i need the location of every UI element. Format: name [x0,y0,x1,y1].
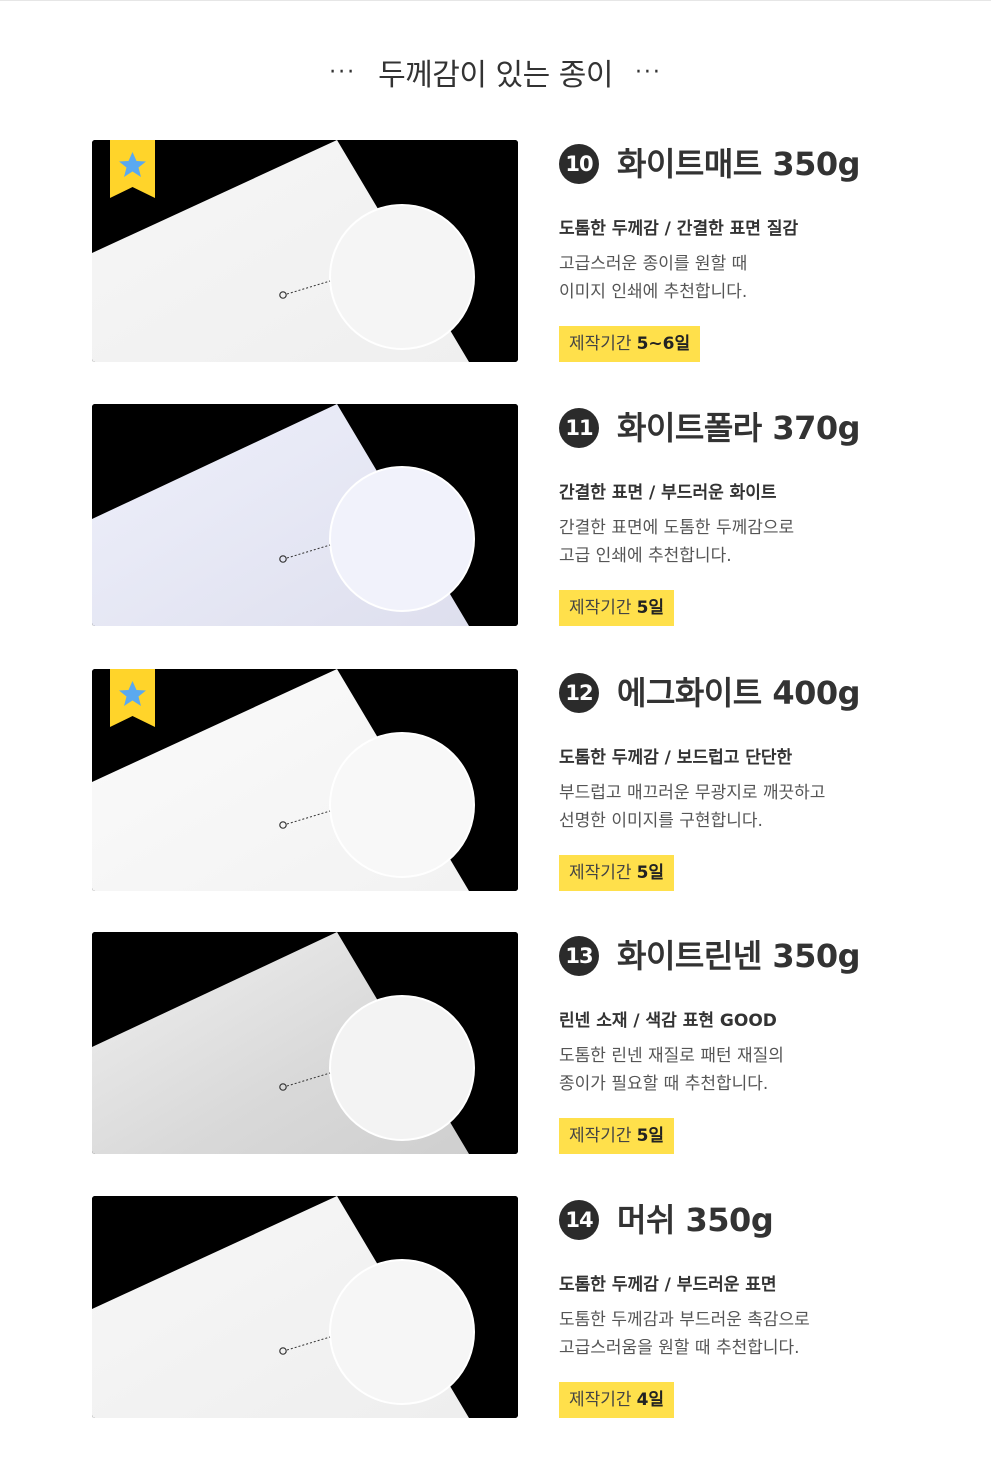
paper-sample-image [92,669,518,891]
period-label: 제작기간 [569,1390,632,1410]
production-period-badge: 제작기간 5일 [559,590,675,626]
product-number-badge: 11 [559,408,599,448]
dots-right-icon: ··· [634,60,662,85]
star-bookmark-icon [110,669,155,727]
product-subtitle: 도톰한 두께감 / 부드러운 표면 [559,1275,777,1295]
product-name: 화이트폴라 370g [617,409,861,447]
period-label: 제작기간 [569,863,632,883]
product-number-badge: 10 [559,144,599,184]
product-name: 화이트린넨 350g [617,937,861,975]
product-card: 12 에그화이트 400g 도톰한 두께감 / 보드럽고 단단한 부드럽고 매끄… [0,669,991,891]
product-description: 간결한 표면에 도톰한 두께감으로 고급 인쇄에 추천합니다. [559,514,794,570]
description-line: 선명한 이미지를 구현합니다. [559,811,763,831]
product-description: 부드럽고 매끄러운 무광지로 깨끗하고 선명한 이미지를 구현합니다. [559,779,825,835]
product-subtitle: 간결한 표면 / 부드러운 화이트 [559,483,777,503]
section-header: ··· 두께감이 있는 종이 ··· [0,50,991,94]
top-divider [0,0,991,1]
product-card: 11 화이트폴라 370g 간결한 표면 / 부드러운 화이트 간결한 표면에 … [0,404,991,626]
description-line: 종이가 필요할 때 추천합니다. [559,1074,769,1094]
section-title: 두께감이 있는 종이 [378,58,613,93]
description-line: 부드럽고 매끄러운 무광지로 깨끗하고 [559,783,826,803]
paper-sample-image [92,1196,518,1418]
product-card: 14 머쉬 350g 도톰한 두께감 / 부드러운 표면 도톰한 두께감과 부드… [0,1196,991,1418]
product-subtitle: 도톰한 두께감 / 보드럽고 단단한 [559,748,793,768]
dots-left-icon: ··· [329,60,357,85]
period-value: 4일 [636,1390,665,1410]
product-number-badge: 14 [559,1200,599,1240]
product-number-badge: 13 [559,936,599,976]
production-period-badge: 제작기간 5일 [559,1118,675,1154]
period-value: 5~6일 [636,334,691,354]
period-label: 제작기간 [569,334,632,354]
product-number-badge: 12 [559,673,599,713]
paper-sample-image [92,404,518,626]
product-description: 고급스러운 종이를 원할 때 이미지 인쇄에 추천합니다. [559,250,747,306]
production-period-badge: 제작기간 4일 [559,1382,675,1418]
product-name: 에그화이트 400g [617,674,861,712]
period-value: 5일 [636,1126,665,1146]
period-label: 제작기간 [569,598,632,618]
product-description: 도톰한 린넨 재질로 패턴 재질의 종이가 필요할 때 추천합니다. [559,1042,784,1098]
period-value: 5일 [636,863,665,883]
product-name: 머쉬 350g [617,1201,774,1239]
description-line: 고급스러움을 원할 때 추천합니다. [559,1338,800,1358]
product-subtitle: 도톰한 두께감 / 간결한 표면 질감 [559,219,799,239]
description-line: 간결한 표면에 도톰한 두께감으로 [559,518,795,538]
paper-sample-image [92,932,518,1154]
production-period-badge: 제작기간 5일 [559,855,675,891]
paper-sample-image [92,140,518,362]
product-card: 10 화이트매트 350g 도톰한 두께감 / 간결한 표면 질감 고급스러운 … [0,140,991,362]
description-line: 도톰한 린넨 재질로 패턴 재질의 [559,1046,784,1066]
star-bookmark-icon [110,140,155,198]
period-value: 5일 [636,598,665,618]
product-name: 화이트매트 350g [617,145,861,183]
description-line: 고급스러운 종이를 원할 때 [559,254,748,274]
description-line: 고급 인쇄에 추천합니다. [559,546,732,566]
description-line: 이미지 인쇄에 추천합니다. [559,282,748,302]
production-period-badge: 제작기간 5~6일 [559,326,701,362]
description-line: 도톰한 두께감과 부드러운 촉감으로 [559,1310,810,1330]
product-description: 도톰한 두께감과 부드러운 촉감으로 고급스러움을 원할 때 추천합니다. [559,1306,810,1362]
product-subtitle: 린넨 소재 / 색감 표현 GOOD [559,1011,777,1031]
product-card: 13 화이트린넨 350g 린넨 소재 / 색감 표현 GOOD 도톰한 린넨 … [0,932,991,1154]
period-label: 제작기간 [569,1126,632,1146]
